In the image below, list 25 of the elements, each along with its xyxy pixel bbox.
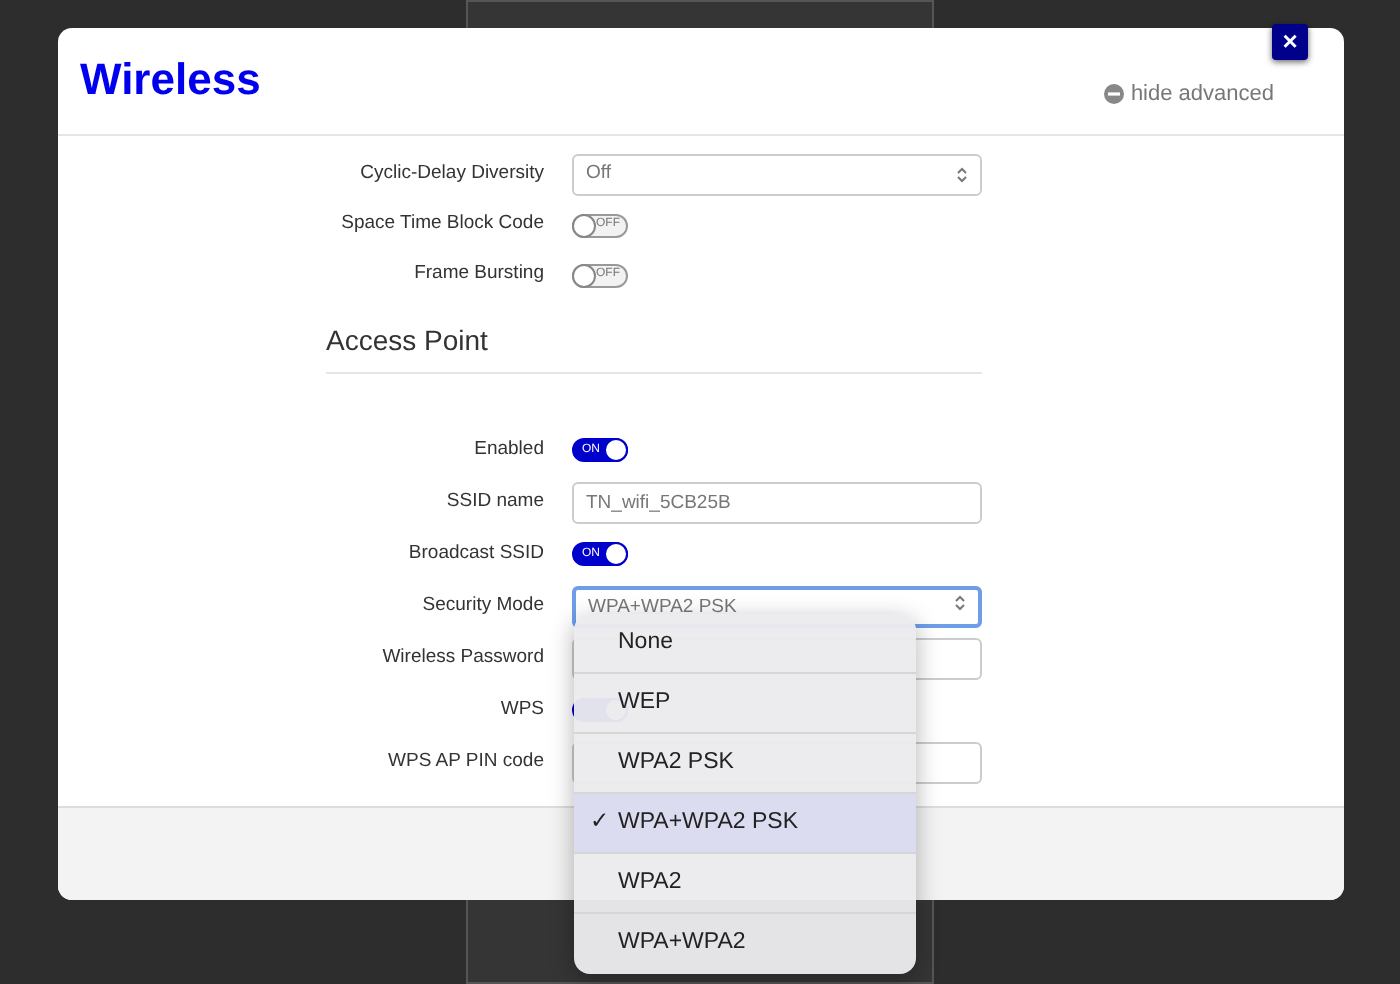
field-label: Enabled	[472, 435, 544, 464]
dropdown-option[interactable]: WPA+WPA2	[574, 914, 916, 974]
field-label: Wireless Password	[380, 643, 544, 672]
updown-chevron-icon	[954, 593, 966, 611]
updown-chevron-icon	[956, 166, 968, 184]
field-label: Security Mode	[420, 591, 544, 620]
field-label: WPS	[498, 695, 544, 724]
field-label: WPS AP PIN code	[386, 747, 544, 776]
field-label: Space Time Block Code	[339, 210, 544, 239]
field-label: SSID name	[444, 487, 544, 516]
dropdown-option[interactable]: WEP	[574, 674, 916, 734]
minus-icon	[1104, 84, 1125, 105]
field-label: Cyclic-Delay Diversity	[358, 160, 544, 189]
field-label: Broadcast SSID	[406, 539, 544, 568]
close-button[interactable]: ×	[1272, 24, 1308, 60]
input-field[interactable]: TN_wifi_5CB25B	[572, 481, 982, 523]
dropdown-option[interactable]: ✓ WPA+WPA2 PSK	[574, 794, 916, 854]
field-label: Frame Bursting	[412, 260, 544, 289]
dropdown-option[interactable]: WPA2	[574, 854, 916, 914]
dropdown-option[interactable]: None	[574, 614, 916, 674]
checkmark-icon: ✓	[590, 805, 610, 841]
select-field[interactable]: Off	[572, 154, 982, 196]
hide-advanced-link[interactable]: hide advanced	[1104, 78, 1274, 111]
modal-title: Wireless	[80, 54, 261, 106]
section-heading: Access Point	[326, 320, 982, 374]
